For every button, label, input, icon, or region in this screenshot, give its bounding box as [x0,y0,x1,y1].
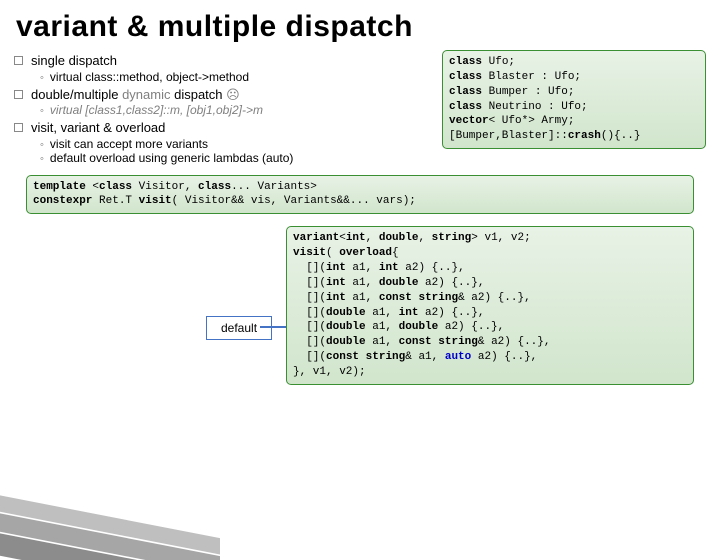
default-callout: default [206,316,272,340]
bullet-1-sub-text: virtual class::method, object->method [50,70,249,84]
sad-face-icon: ☹ [226,87,240,102]
bullet-1-sub: virtual class::method, object->method [40,70,432,84]
bullet-1: single dispatch [14,52,432,70]
square-bullet-icon [14,90,23,99]
bullet-2: double/multiple dynamic dispatch ☹ [14,86,432,104]
bullet-1-text: single dispatch [31,52,117,70]
bullet-3: visit, variant & overload [14,119,432,137]
decorative-wedge [0,470,220,560]
code-box-visit-decl: template <class Visitor, class... Varian… [26,175,694,215]
bullet-3-text: visit, variant & overload [31,119,165,137]
square-bullet-icon [14,56,23,65]
code-box-classes: class Ufo; class Blaster : Ufo; class Bu… [442,50,706,149]
bullet-3-sub1: visit can accept more variants [40,137,432,151]
bullet-list: single dispatch virtual class::method, o… [14,50,432,165]
b2-pre: double/multiple [31,87,122,102]
code-box-overload: variant<int, double, string> v1, v2; vis… [286,226,694,384]
slide-title: variant & multiple dispatch [0,0,720,50]
bullet-3-sub2: default overload using generic lambdas (… [40,151,432,165]
bullet-2-sub-text: virtual [class1,class2]::m, [obj1,obj2]-… [50,103,263,117]
b2-post: dispatch [170,87,226,102]
top-row: single dispatch virtual class::method, o… [14,50,706,165]
bullet-3-sub1-text: visit can accept more variants [50,137,208,151]
bullet-2-sub: virtual [class1,class2]::m, [obj1,obj2]-… [40,103,432,117]
square-bullet-icon [14,123,23,132]
bullet-3-sub2-text: default overload using generic lambdas (… [50,151,293,165]
b2-grey: dynamic [122,87,170,102]
bullet-2-text: double/multiple dynamic dispatch ☹ [31,86,240,104]
content-area: single dispatch virtual class::method, o… [0,50,720,214]
